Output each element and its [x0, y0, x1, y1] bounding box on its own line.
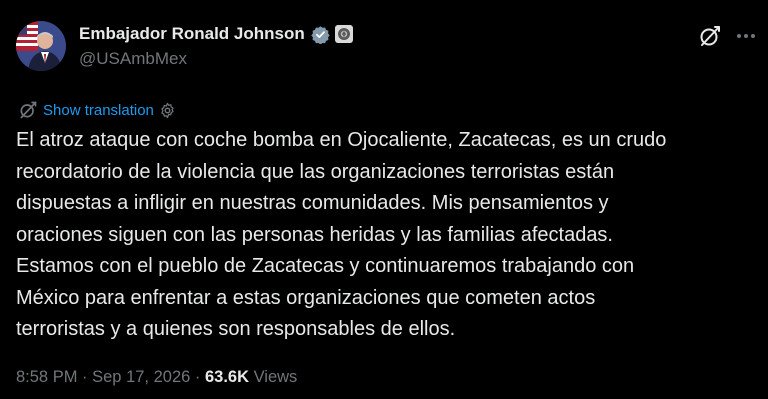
government-seal-icon — [334, 25, 353, 43]
meta-separator: · — [77, 368, 93, 386]
translate-grok-icon — [20, 101, 37, 119]
grok-icon[interactable] — [698, 24, 722, 48]
avatar[interactable] — [16, 21, 66, 71]
tweet-post: Embajador Ronald Johnson @USAmbMex Show … — [0, 0, 768, 399]
author-display-name[interactable]: Embajador Ronald Johnson — [79, 24, 305, 44]
tweet-meta-row: 8:58 PM · Sep 17, 2026 · 63.6K Views — [16, 368, 297, 387]
tweet-time[interactable]: 8:58 PM — [16, 368, 77, 386]
views-count[interactable]: 63.6K — [205, 368, 249, 386]
show-translation-label[interactable]: Show translation — [43, 102, 154, 119]
views-label: Views — [249, 368, 298, 386]
meta-separator: · — [190, 368, 205, 386]
more-options-icon[interactable] — [734, 24, 758, 48]
author-handle[interactable]: @USAmbMex — [79, 49, 187, 69]
author-name-row[interactable]: Embajador Ronald Johnson — [79, 22, 353, 46]
avatar-portrait-icon — [16, 21, 66, 71]
translation-settings-gear-icon[interactable] — [159, 102, 176, 119]
tweet-date[interactable]: Sep 17, 2026 — [92, 368, 190, 386]
verified-badge-icon — [311, 25, 330, 44]
tweet-text: El atroz ataque con coche bomba en Ojoca… — [16, 129, 667, 340]
show-translation-link[interactable]: Show translation — [18, 99, 176, 121]
